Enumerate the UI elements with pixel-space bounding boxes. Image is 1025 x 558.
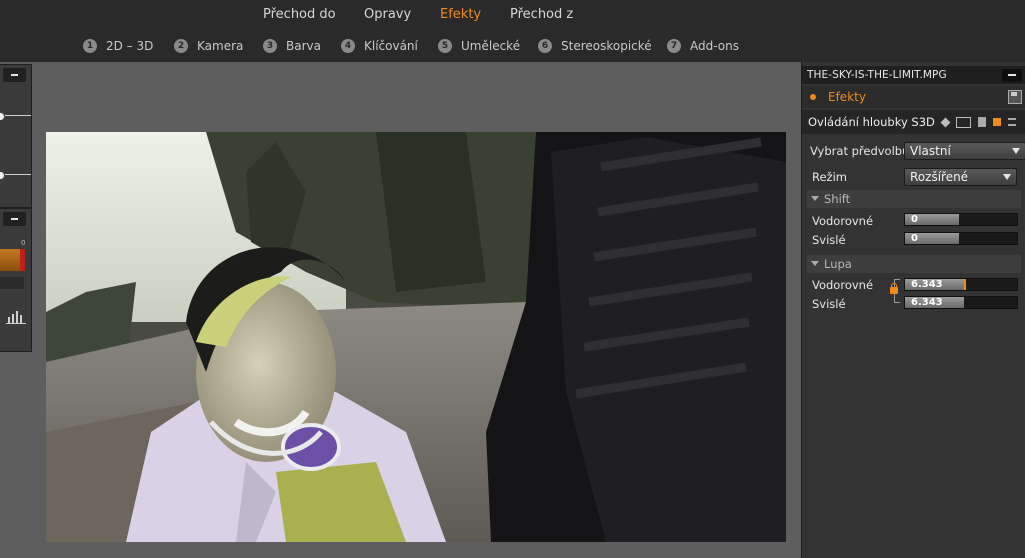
zoom-vertical-slider[interactable]: 6.343 <box>904 296 1018 309</box>
step-number-2: 2 <box>174 39 188 53</box>
category-label: Kamera <box>197 39 244 53</box>
scrub-handle[interactable] <box>0 112 5 121</box>
zoom-horizontal-slider[interactable]: 6.343 <box>904 278 1018 291</box>
category-barva[interactable]: 3 Barva <box>263 37 321 55</box>
step-number-6: 6 <box>538 39 552 53</box>
effects-label: Efekty <box>828 90 866 104</box>
collapse-arrow-icon <box>811 261 819 266</box>
effects-indicator-icon <box>810 94 816 100</box>
collapse-arrow-icon <box>811 196 819 201</box>
category-klicovani[interactable]: 4 Klíčování <box>341 37 418 55</box>
collapse-button[interactable] <box>3 68 26 82</box>
clip-header: THE-SKY-IS-THE-LIMIT.MPG <box>802 66 1025 84</box>
category-label: 2D – 3D <box>106 39 154 53</box>
video-frame <box>46 132 786 542</box>
effect-item-s3d-depth[interactable]: Ovládání hloubky S3D <box>802 110 1025 134</box>
preset-value: Vlastní <box>910 144 951 158</box>
save-icon[interactable] <box>1008 90 1022 104</box>
tab-prechod-z[interactable]: Přechod z <box>510 7 573 22</box>
left-transport-panel <box>0 64 32 208</box>
zoom-vertical-label: Svislé <box>812 297 846 311</box>
keyframe-icon[interactable] <box>940 117 951 127</box>
section-title: Shift <box>824 192 851 206</box>
shift-horizontal-label: Vodorovné <box>812 214 874 228</box>
video-preview[interactable] <box>46 132 786 542</box>
section-shift[interactable]: Shift <box>807 190 1021 208</box>
category-label: Add-ons <box>690 39 739 53</box>
category-2d-3d[interactable]: 1 2D – 3D <box>83 37 153 55</box>
tab-opravy[interactable]: Opravy <box>364 7 411 22</box>
preset-label: Vybrat předvolbu <box>810 144 910 158</box>
mode-value: Rozšířené <box>910 170 969 184</box>
category-label: Umělecké <box>461 39 521 53</box>
meter-zero-label: 0 <box>21 239 26 247</box>
step-number-5: 5 <box>438 39 452 53</box>
category-label: Barva <box>286 39 321 53</box>
category-label: Stereoskopické <box>561 39 652 53</box>
delete-icon[interactable] <box>978 117 986 127</box>
effects-header[interactable]: Efekty <box>802 86 1025 108</box>
step-number-1: 1 <box>83 39 97 53</box>
section-lupa[interactable]: Lupa <box>807 255 1021 273</box>
category-stereoskopicke[interactable]: 6 Stereoskopické <box>538 37 652 55</box>
slider-marker <box>964 279 966 290</box>
effect-name: Ovládání hloubky S3D <box>808 115 935 129</box>
clip-filename: THE-SKY-IS-THE-LIMIT.MPG <box>807 69 947 81</box>
step-number-7: 7 <box>667 39 681 53</box>
effect-settings-panel: THE-SKY-IS-THE-LIMIT.MPG Efekty Ovládání… <box>801 62 1025 558</box>
step-number-4: 4 <box>341 39 355 53</box>
shift-vertical-label: Svislé <box>812 233 846 247</box>
collapse-button[interactable] <box>3 212 26 226</box>
meter-strip <box>0 277 24 289</box>
step-number-3: 3 <box>263 39 277 53</box>
effect-actions <box>940 116 1016 128</box>
slider-value: 0 <box>911 233 918 244</box>
lock-icon[interactable] <box>890 283 898 294</box>
zoom-horizontal-label: Vodorovné <box>812 278 874 292</box>
category-label: Klíčování <box>364 39 418 53</box>
tab-prechod-do[interactable]: Přechod do <box>263 7 336 22</box>
mode-dropdown[interactable]: Rozšířené <box>904 168 1017 186</box>
tab-efekty[interactable]: Efekty <box>440 7 481 22</box>
enable-effect-icon[interactable] <box>993 118 1001 126</box>
slider-value: 6.343 <box>911 279 943 290</box>
slider-value: 0 <box>911 214 918 225</box>
shift-vertical-slider[interactable]: 0 <box>904 232 1018 245</box>
preset-dropdown[interactable]: Vlastní <box>904 142 1025 160</box>
menu-icon[interactable] <box>1008 118 1016 126</box>
category-umelecke[interactable]: 5 Umělecké <box>438 37 520 55</box>
section-title: Lupa <box>824 257 852 271</box>
slider-value: 6.343 <box>911 297 943 308</box>
audio-peak-indicator <box>20 249 25 271</box>
audio-level-meter <box>0 249 22 271</box>
shift-horizontal-slider[interactable]: 0 <box>904 213 1018 226</box>
collapse-panel-button[interactable] <box>1002 69 1022 82</box>
top-toolbar: Přechod do Opravy Efekty Přechod z 1 2D –… <box>0 0 1025 62</box>
mode-label: Režim <box>812 170 847 184</box>
category-kamera[interactable]: 2 Kamera <box>174 37 243 55</box>
scrub-handle[interactable] <box>0 171 5 180</box>
left-audio-panel: 0 <box>0 208 32 352</box>
category-add-ons[interactable]: 7 Add-ons <box>667 37 739 55</box>
compare-icon[interactable] <box>956 116 971 128</box>
audio-levels-icon[interactable] <box>6 309 26 325</box>
